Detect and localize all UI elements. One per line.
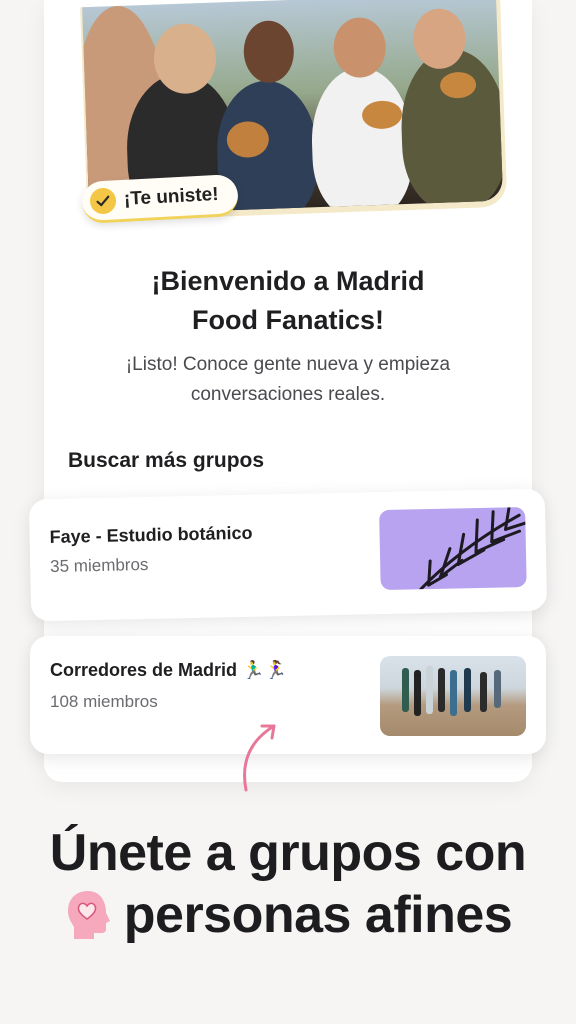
welcome-subtitle-line1: ¡Listo! Conoce gente nueva y empieza (125, 354, 451, 375)
group-member-count: 108 miembros (50, 692, 158, 711)
group-card-runners[interactable]: Corredores de Madrid 🏃‍♂️🏃‍♀️ 108 miembr… (30, 636, 546, 754)
group-card-botanical[interactable]: Faye - Estudio botánico 35 miembros (28, 488, 548, 622)
welcome-title-line2: Food Fanatics! (191, 305, 384, 335)
welcome-subtitle: ¡Listo! Conoce gente nueva y empieza con… (80, 350, 496, 410)
group-name: Faye - Estudio botánico (49, 522, 253, 547)
group-member-count: 35 miembros (49, 554, 149, 576)
welcome-title: ¡Bienvenido a Madrid Food Fanatics! (44, 262, 532, 340)
joined-badge-label: ¡Te uniste! (123, 183, 220, 210)
headline: Únete a grupos con personas afines (0, 822, 576, 955)
head-heart-icon (67, 891, 110, 939)
runners-photo (380, 656, 526, 736)
welcome-title-line1: ¡Bienvenido a Madrid (151, 266, 425, 296)
curved-arrow-icon (243, 724, 276, 792)
palm-leaf-image (379, 507, 527, 591)
find-more-groups-heading: Buscar más grupos (68, 449, 265, 472)
group-name: Corredores de Madrid 🏃‍♂️🏃‍♀️ (50, 660, 287, 680)
headline-line2: personas afines (123, 886, 513, 944)
joined-badge: ¡Te uniste! (81, 173, 239, 225)
welcome-subtitle-line2: conversaciones reales. (190, 384, 386, 405)
check-icon (89, 186, 117, 215)
headline-line1: Únete a grupos con (49, 824, 527, 882)
